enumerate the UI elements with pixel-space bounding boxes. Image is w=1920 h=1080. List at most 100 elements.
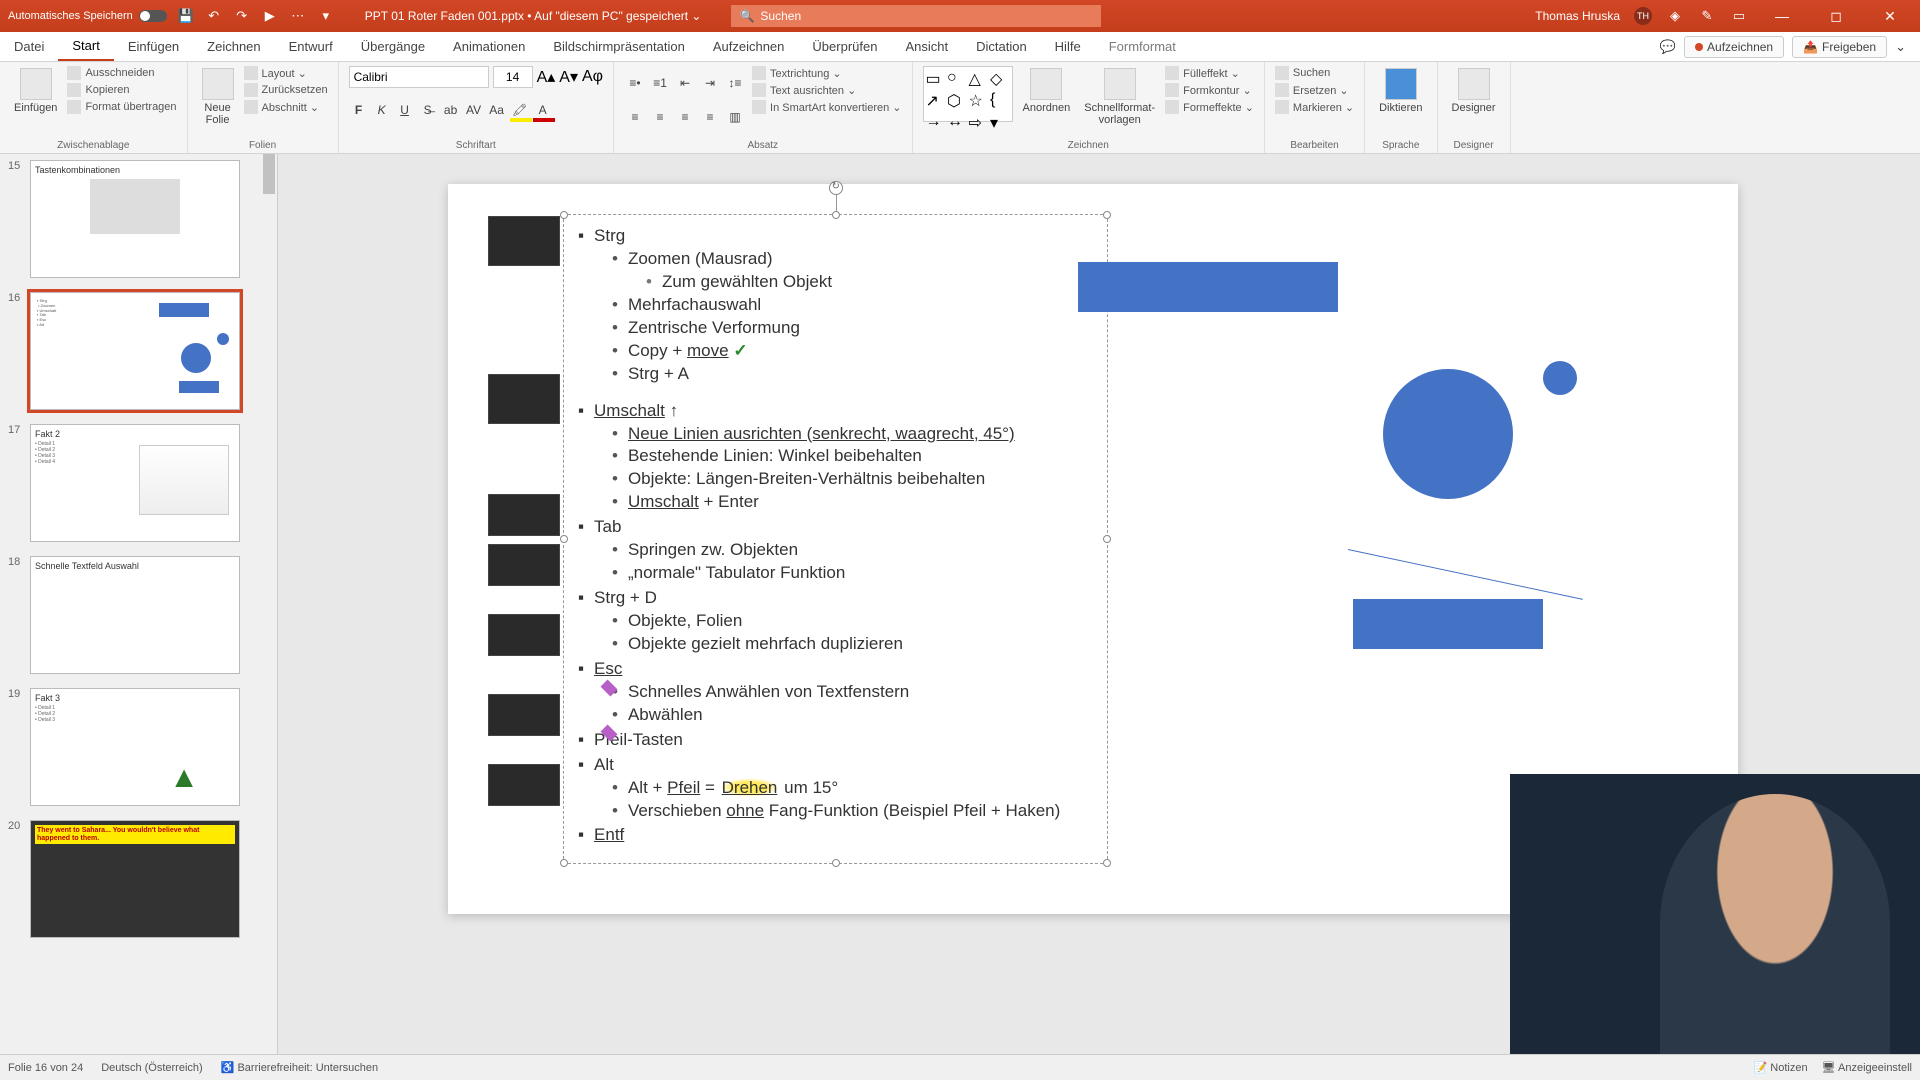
window-icon[interactable]: ▭ — [1730, 7, 1748, 25]
bold-button[interactable]: F — [349, 100, 369, 120]
tab-ueberpruefen[interactable]: Überprüfen — [798, 32, 891, 61]
italic-button[interactable]: K — [372, 100, 392, 120]
quick-styles-button[interactable]: Schnellformat- vorlagen — [1080, 66, 1159, 128]
justify-button[interactable]: ≡ — [699, 106, 721, 128]
clear-format-icon[interactable]: Aφ — [582, 68, 603, 86]
redo-icon[interactable]: ↷ — [233, 7, 251, 25]
tab-uebergaenge[interactable]: Übergänge — [347, 32, 439, 61]
close-button[interactable]: ✕ — [1870, 8, 1910, 25]
select-button[interactable]: Markieren ⌄ — [1275, 100, 1354, 114]
tab-zeichnen[interactable]: Zeichnen — [193, 32, 274, 61]
thumbnail-slide-16[interactable]: 16 ▪ Strg • Zoomen▪ Umschalt▪ Tab▪ Esc▪ … — [30, 292, 257, 410]
qat-dropdown-icon[interactable]: ▾ — [317, 7, 335, 25]
outline-button[interactable]: Formkontur ⌄ — [1165, 83, 1254, 97]
avatar[interactable]: TH — [1634, 7, 1652, 25]
font-size-select[interactable]: 14 — [493, 66, 533, 88]
layout-button[interactable]: Layout ⌄ — [244, 66, 328, 80]
spacing-button[interactable]: AV — [464, 100, 484, 120]
tab-entwurf[interactable]: Entwurf — [275, 32, 347, 61]
font-color-button[interactable]: A — [533, 100, 553, 120]
shape-circle-small[interactable] — [1543, 361, 1577, 395]
tab-animationen[interactable]: Animationen — [439, 32, 539, 61]
align-right-button[interactable]: ≡ — [674, 106, 696, 128]
maximize-button[interactable]: ◻ — [1816, 8, 1856, 25]
tab-hilfe[interactable]: Hilfe — [1041, 32, 1095, 61]
display-settings-button[interactable]: 🖥 Anzeigeeinstell — [1822, 1061, 1912, 1074]
format-painter-button[interactable]: Format übertragen — [67, 100, 176, 114]
copy-button[interactable]: Kopieren — [67, 83, 176, 97]
resize-handle[interactable] — [1103, 859, 1111, 867]
dictate-button[interactable]: Diktieren — [1375, 66, 1426, 116]
slide-counter[interactable]: Folie 16 von 24 — [8, 1062, 83, 1074]
numbering-button[interactable]: ≡1 — [649, 72, 671, 94]
columns-button[interactable]: ▥ — [724, 106, 746, 128]
tab-aufzeichnen[interactable]: Aufzeichnen — [699, 32, 799, 61]
resize-handle[interactable] — [560, 535, 568, 543]
fill-button[interactable]: Fülleffekt ⌄ — [1165, 66, 1254, 80]
shape-rectangle-2[interactable] — [1353, 599, 1543, 649]
font-name-select[interactable]: Calibri — [349, 66, 489, 88]
bullets-button[interactable]: ≡• — [624, 72, 646, 94]
rotation-handle[interactable] — [829, 181, 843, 195]
text-content[interactable]: Strg Zoomen (Mausrad) Zum gewählten Obje… — [564, 215, 1107, 859]
collapse-ribbon-icon[interactable]: ⌄ — [1895, 39, 1906, 55]
file-title[interactable]: PPT 01 Roter Faden 001.pptx • Auf "diese… — [365, 9, 702, 23]
thumbnail-slide-17[interactable]: 17 Fakt 2 • Detail 1• Detail 2• Detail 3… — [30, 424, 257, 542]
find-button[interactable]: Suchen — [1275, 66, 1354, 80]
minimize-button[interactable]: — — [1762, 8, 1802, 24]
aufzeichnen-button[interactable]: Aufzeichnen — [1684, 36, 1784, 58]
indent-right-button[interactable]: ⇥ — [699, 72, 721, 94]
new-slide-button[interactable]: Neue Folie — [198, 66, 238, 128]
qat-more-icon[interactable]: ⋯ — [289, 7, 307, 25]
resize-handle[interactable] — [832, 859, 840, 867]
resize-handle[interactable] — [560, 859, 568, 867]
designer-button[interactable]: Designer — [1448, 66, 1500, 116]
shape-circle-large[interactable] — [1383, 369, 1513, 499]
indent-left-button[interactable]: ⇤ — [674, 72, 696, 94]
from-beginning-icon[interactable]: ▶ — [261, 7, 279, 25]
tab-formformat[interactable]: Formformat — [1095, 32, 1190, 61]
highlight-button[interactable]: 🖍 — [510, 100, 530, 120]
strikethrough-button[interactable]: S̶ — [418, 100, 438, 120]
undo-icon[interactable]: ↶ — [205, 7, 223, 25]
thumbnail-slide-20[interactable]: 20 They went to Sahara... You wouldn't b… — [30, 820, 257, 938]
tab-start[interactable]: Start — [58, 32, 113, 61]
shadow-button[interactable]: ab — [441, 100, 461, 120]
pen-icon[interactable]: ✎ — [1698, 7, 1716, 25]
thumbnail-slide-15[interactable]: 15 Tastenkombinationen — [30, 160, 257, 278]
decrease-font-icon[interactable]: A▾ — [559, 67, 578, 87]
paste-button[interactable]: Einfügen — [10, 66, 61, 116]
thumbnails-scrollbar[interactable] — [261, 154, 277, 1054]
section-button[interactable]: Abschnitt ⌄ — [244, 100, 328, 114]
increase-font-icon[interactable]: A▴ — [537, 67, 556, 87]
shapes-gallery[interactable]: ▭○△◇ ↗⬡☆{ →↔⇨▾ — [923, 66, 1013, 122]
notes-button[interactable]: 📝 Notizen — [1754, 1061, 1808, 1074]
save-icon[interactable]: 💾 — [177, 7, 195, 25]
text-direction-button[interactable]: Textrichtung ⌄ — [752, 66, 901, 80]
underline-button[interactable]: U — [395, 100, 415, 120]
thumbnail-slide-18[interactable]: 18 Schnelle Textfeld Auswahl — [30, 556, 257, 674]
case-button[interactable]: Aa — [487, 100, 507, 120]
shape-rectangle-1[interactable] — [1078, 262, 1338, 312]
cut-button[interactable]: Ausschneiden — [67, 66, 176, 80]
freigeben-button[interactable]: 📤Freigeben — [1792, 36, 1887, 58]
replace-button[interactable]: Ersetzen ⌄ — [1275, 83, 1354, 97]
language-indicator[interactable]: Deutsch (Österreich) — [101, 1062, 202, 1074]
shape-line[interactable] — [1348, 549, 1583, 600]
username-label[interactable]: Thomas Hruska — [1535, 9, 1620, 23]
resize-handle[interactable] — [832, 211, 840, 219]
tab-einfuegen[interactable]: Einfügen — [114, 32, 193, 61]
line-spacing-button[interactable]: ↕≡ — [724, 72, 746, 94]
comments-icon[interactable]: 💬 — [1660, 39, 1676, 55]
thumbnail-slide-19[interactable]: 19 Fakt 3 • Detail 1• Detail 2• Detail 3… — [30, 688, 257, 806]
reset-button[interactable]: Zurücksetzen — [244, 83, 328, 97]
selected-text-frame[interactable]: Strg Zoomen (Mausrad) Zum gewählten Obje… — [563, 214, 1108, 864]
arrange-button[interactable]: Anordnen — [1019, 66, 1075, 116]
teams-icon[interactable]: ◈ — [1666, 7, 1684, 25]
resize-handle[interactable] — [1103, 211, 1111, 219]
tab-bildschirm[interactable]: Bildschirmpräsentation — [539, 32, 699, 61]
slide-editor[interactable]: Strg Zoomen (Mausrad) Zum gewählten Obje… — [278, 154, 1920, 1054]
tab-ansicht[interactable]: Ansicht — [891, 32, 962, 61]
smartart-button[interactable]: In SmartArt konvertieren ⌄ — [752, 100, 901, 114]
search-input[interactable]: 🔍 Suchen — [731, 5, 1101, 27]
